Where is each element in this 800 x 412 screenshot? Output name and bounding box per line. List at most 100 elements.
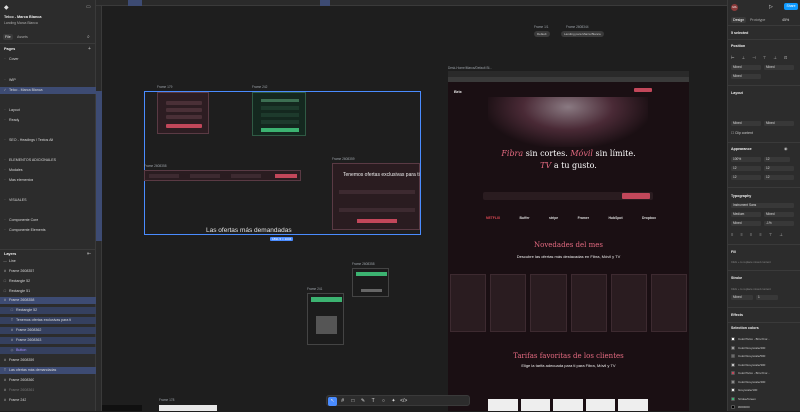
- layer-item[interactable]: □ Rectangle 52: [0, 307, 96, 314]
- layer-item[interactable]: — Line: [3, 258, 16, 265]
- width-field[interactable]: Mixed: [731, 121, 761, 126]
- line-height-field[interactable]: Mixed: [731, 221, 761, 226]
- shape-tool-icon[interactable]: □: [348, 397, 357, 406]
- collapse-icon[interactable]: ⇤: [87, 251, 91, 257]
- layer-item[interactable]: # Frame 2608361: [3, 387, 34, 394]
- rotation-field[interactable]: Mixed: [731, 74, 761, 79]
- layer-item[interactable]: # Frame 2608357: [3, 268, 34, 275]
- layer-item[interactable]: # Frame 2608362: [0, 327, 96, 334]
- text-tool-icon[interactable]: T: [369, 397, 378, 406]
- main-menu-icon[interactable]: ◆: [4, 4, 9, 11]
- tab-design[interactable]: Design: [731, 17, 747, 23]
- line-icon: —: [3, 259, 7, 263]
- move-tool-icon[interactable]: ↖: [328, 397, 337, 406]
- font-family-select[interactable]: Instrument Sans: [731, 203, 794, 208]
- add-page-icon[interactable]: +: [88, 46, 91, 52]
- letter-spacing-field[interactable]: -1%: [764, 221, 794, 226]
- selection-color-item[interactable]: Color/Greyscale/300: [731, 361, 799, 370]
- actions-tool-icon[interactable]: ✦: [389, 397, 398, 406]
- page-item-cover[interactable]: · Cover: [3, 56, 18, 63]
- tab-file[interactable]: File: [3, 34, 13, 40]
- selection-color-item[interactable]: Color/Telco - Brnc/Cor...: [731, 335, 799, 344]
- dev-mode-icon[interactable]: </>: [399, 397, 408, 406]
- opacity-field[interactable]: 100%: [731, 157, 761, 162]
- layer-item[interactable]: # Frame 2608360: [3, 377, 34, 384]
- selection-color-item[interactable]: Color/Greyscale/400: [731, 378, 799, 387]
- page-item-wip[interactable]: · WIP: [3, 77, 15, 84]
- y-field[interactable]: Mixed: [764, 65, 794, 70]
- tab-assets[interactable]: Assets: [17, 35, 28, 39]
- color-label: Color/Greyscale/400: [738, 379, 766, 384]
- frame-2608359[interactable]: Tenemos ofertas exclusivas para ti: [332, 163, 420, 230]
- file-title[interactable]: Telco - Marca Blanca: [4, 15, 42, 19]
- radius-tl-field[interactable]: 12: [731, 166, 761, 171]
- eye-icon[interactable]: ◉: [784, 146, 788, 151]
- page-item-telco[interactable]: ✓ Telco - Marca Blanca: [0, 87, 96, 94]
- text-align-icons[interactable]: ≡ ≡ ≡ ≡ ⊤ ⊥: [731, 232, 786, 237]
- play-icon[interactable]: ▷: [769, 4, 773, 10]
- frame-178[interactable]: [159, 405, 217, 411]
- canvas[interactable]: Frame 179 Frame 242 1891.5 × 1046 Frame …: [96, 0, 727, 411]
- page-item-elementos[interactable]: · ELEMENTOS ADICIONALES: [3, 157, 56, 164]
- layer-item-selected[interactable]: # Frame 2608358: [0, 297, 96, 304]
- frame-icon: #: [4, 298, 6, 302]
- page-item-ready[interactable]: · Ready: [3, 117, 19, 124]
- layer-item[interactable]: □ Rectangle 52: [3, 278, 30, 285]
- page-item-seo[interactable]: · SEO - Headings / Textos Alt: [3, 137, 53, 144]
- height-field[interactable]: Mixed: [764, 121, 794, 126]
- stroke-width-field[interactable]: 1: [756, 295, 778, 300]
- selection-color-item[interactable]: Color/Telco - Brnc/Cor...: [731, 369, 799, 378]
- layer-item[interactable]: □ Rectangle 51: [3, 288, 30, 295]
- layer-item[interactable]: # Frame 2608359: [3, 357, 34, 364]
- clip-content-checkbox[interactable]: ☐ Clip content: [731, 131, 753, 135]
- section-title[interactable]: Las ofertas más demandadas: [206, 227, 292, 234]
- chip-landing[interactable]: Landing para Marca Blanca: [561, 31, 604, 37]
- layer-item[interactable]: T Tenemos ofertas exclusivas para ti: [0, 317, 96, 324]
- frame-2608358[interactable]: [144, 170, 301, 181]
- page-item-layout[interactable]: · Layout: [3, 107, 19, 114]
- selection-color-item[interactable]: #000000: [731, 403, 799, 412]
- page-item-modales[interactable]: · Modales: [3, 167, 22, 174]
- stroke-mode-select[interactable]: Mixed: [731, 295, 753, 300]
- design-panel: MA ▷ Share Design Prototype 45% 5 select…: [727, 0, 800, 411]
- page-item-elements[interactable]: · Componente Elements: [3, 227, 45, 234]
- selection-color-item[interactable]: Greyscale/100: [731, 386, 799, 395]
- radius-tr-field[interactable]: 12: [764, 166, 794, 171]
- avatar[interactable]: MA: [731, 4, 738, 11]
- radius-field[interactable]: 12: [764, 157, 790, 162]
- tab-prototype[interactable]: Prototype: [750, 18, 765, 22]
- x-field[interactable]: Mixed: [731, 65, 761, 70]
- frame-tool-icon[interactable]: #: [338, 397, 347, 406]
- radius-br-field[interactable]: 12: [764, 175, 794, 180]
- frame-label: Frame 2608344: [566, 25, 589, 29]
- hero-title: Fibra sin cortes. Móvil sin límite.: [448, 149, 689, 158]
- sidebar-toggle-icon[interactable]: ▭: [86, 4, 91, 10]
- layer-item-selected[interactable]: T Las ofertas más demandadas: [0, 367, 96, 374]
- align-icons[interactable]: ⊢ ⊥ ⊣ ⊤ ⊥ ⊡: [731, 55, 790, 60]
- frame-2608358-small[interactable]: [352, 268, 389, 297]
- landing-frame[interactable]: Brix Fibra sin cortes. Móvil sin límite.…: [448, 71, 689, 411]
- selection-color-item[interactable]: Color/Greyscale/500: [731, 352, 799, 361]
- page-item-mas[interactable]: · Mas elementos: [3, 177, 33, 184]
- radius-bl-field[interactable]: 12: [731, 175, 761, 180]
- chip-default[interactable]: Default: [534, 31, 550, 37]
- zoom-level[interactable]: 45%: [782, 18, 789, 22]
- frame-241[interactable]: [307, 293, 344, 345]
- brand-logo: Dropbox: [642, 216, 656, 220]
- layer-item[interactable]: ◇ Button: [0, 347, 96, 354]
- selection-color-item[interactable]: Stroke/Green: [731, 395, 799, 404]
- pen-tool-icon[interactable]: ✎: [359, 397, 368, 406]
- selection-color-item[interactable]: Color/Greyscale/400: [731, 344, 799, 353]
- font-weight-select[interactable]: Medium: [731, 212, 761, 217]
- comment-tool-icon[interactable]: ○: [379, 397, 388, 406]
- layer-item[interactable]: # Frame 242: [3, 397, 26, 404]
- horizontal-ruler: [96, 0, 727, 6]
- search-icon[interactable]: ⌕: [87, 34, 90, 40]
- layer-label: Rectangle 52: [9, 279, 31, 283]
- layer-item[interactable]: # Frame 2608363: [0, 337, 96, 344]
- frame-icon: #: [11, 328, 13, 332]
- share-button[interactable]: Share: [784, 3, 798, 10]
- font-size-field[interactable]: Mixed: [764, 212, 794, 217]
- page-item-core[interactable]: · Componente Core: [3, 217, 38, 224]
- page-item-visuales[interactable]: · VISUALES: [3, 197, 26, 204]
